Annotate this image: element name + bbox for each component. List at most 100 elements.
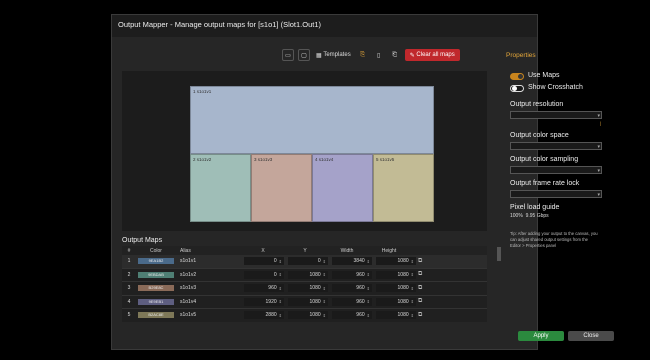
table-row[interactable]: 1 9EA1B2 s1o1v1 0 ⇕ 0 ⇕ 3840 ⇕ 1080 ⇕ ⧉ — [122, 255, 487, 269]
color-swatch[interactable]: 9E9EB1 — [138, 298, 174, 305]
map-canvas[interactable]: 1 s1o1v1 2 s1o1v2 3 s1o1v3 4 s1o1v4 5 s1… — [122, 71, 487, 231]
spinner-icon[interactable]: ⇕ — [323, 272, 326, 277]
table-row[interactable]: 3 B29E8C s1o1v3 960 ⇕ 1080 ⇕ 960 ⇕ 1080 ⇕ ⧉ — [122, 282, 487, 296]
map-region-1[interactable]: 1 s1o1v1 — [190, 86, 434, 154]
link-icon[interactable]: ⧉ — [418, 285, 428, 292]
height-input[interactable]: 1080 ⇕ — [376, 284, 416, 293]
spinner-icon[interactable]: ⇕ — [411, 313, 414, 318]
alias-cell[interactable]: s1o1v5 — [176, 312, 240, 318]
color-space-label: Output color space — [510, 132, 569, 139]
color-swatch[interactable]: B2AC8E — [138, 312, 174, 319]
chevron-down-icon: ▾ — [597, 113, 600, 119]
resolution-select[interactable]: ▾ — [510, 111, 602, 119]
y-input[interactable]: 0 ⇕ — [288, 257, 328, 266]
spinner-icon[interactable]: ⇕ — [411, 259, 414, 264]
width-input[interactable]: 960 ⇕ — [332, 297, 372, 306]
settings-hint: Tip: After adding your output to the can… — [510, 231, 598, 248]
grid-icon: ▦ — [316, 52, 322, 59]
output-area: 1 s1o1v1 2 s1o1v2 3 s1o1v3 4 s1o1v4 5 s1… — [190, 86, 434, 222]
link-icon[interactable]: ⧉ — [418, 271, 428, 278]
x-input[interactable]: 0 ⇕ — [244, 270, 284, 279]
chevron-down-icon: ▾ — [597, 168, 600, 174]
copy-icon[interactable]: ▯ — [373, 49, 385, 61]
table-header: # Color Alias X Y Width Height — [122, 246, 487, 255]
properties-tab[interactable]: Properties — [506, 52, 536, 59]
y-input[interactable]: 1080 ⇕ — [288, 311, 328, 320]
chevron-down-icon: ▾ — [597, 192, 600, 198]
link-icon[interactable]: ⧉ — [418, 258, 428, 265]
color-swatch[interactable]: B29E8C — [138, 285, 174, 292]
spinner-icon[interactable]: ⇕ — [323, 286, 326, 291]
alias-cell[interactable]: s1o1v3 — [176, 285, 240, 291]
output-maps-table: # Color Alias X Y Width Height 1 9EA1B2 s1… — [122, 246, 487, 322]
map-region-2[interactable]: 2 s1o1v2 — [190, 154, 251, 222]
apply-button[interactable]: Apply — [518, 331, 564, 341]
fit-icon[interactable]: ⎘ — [357, 49, 369, 61]
window-view-icon[interactable]: ▭ — [282, 49, 294, 61]
link-icon[interactable]: ⧉ — [418, 298, 428, 305]
alias-cell[interactable]: s1o1v4 — [176, 299, 240, 305]
spinner-icon[interactable]: ⇕ — [279, 299, 282, 304]
height-input[interactable]: 1080 ⇕ — [376, 311, 416, 320]
spinner-icon[interactable]: ⇕ — [367, 286, 370, 291]
pixel-load-label: Pixel load guide — [510, 204, 560, 211]
spinner-icon[interactable]: ⇕ — [323, 259, 326, 264]
frame-rate-select[interactable]: ▾ — [510, 190, 602, 198]
crosshatch-toggle-row: Show Crosshatch — [510, 83, 650, 95]
color-swatch[interactable]: 9EBDAB — [138, 271, 174, 278]
close-button[interactable]: Close — [568, 331, 614, 341]
alias-cell[interactable]: s1o1v2 — [176, 272, 240, 278]
clear-all-maps-button[interactable]: ✎ Clear all maps — [404, 49, 460, 61]
chevron-down-icon: ▾ — [597, 144, 600, 150]
use-maps-toggle-row: Use Maps — [510, 71, 650, 83]
spinner-icon[interactable]: ⇕ — [279, 272, 282, 277]
spinner-icon[interactable]: ⇕ — [367, 272, 370, 277]
templates-button[interactable]: ▦ Templates — [314, 49, 353, 61]
height-input[interactable]: 1080 ⇕ — [376, 257, 416, 266]
crosshatch-toggle[interactable] — [510, 85, 524, 92]
use-maps-toggle[interactable] — [510, 73, 524, 80]
width-input[interactable]: 3840 ⇕ — [332, 257, 372, 266]
spinner-icon[interactable]: ⇕ — [367, 299, 370, 304]
output-mapper-window: Output Mapper - Manage output maps for [… — [111, 14, 602, 350]
map-region-4[interactable]: 4 s1o1v4 — [312, 154, 373, 222]
layout-icon[interactable]: ▢ — [298, 49, 310, 61]
x-input[interactable]: 2880 ⇕ — [244, 311, 284, 320]
spinner-icon[interactable]: ⇕ — [367, 259, 370, 264]
table-row[interactable]: 4 9E9EB1 s1o1v4 1920 ⇕ 1080 ⇕ 960 ⇕ 1080 ⇕ ⧉ — [122, 295, 487, 309]
properties-panel: Use Maps Show Crosshatch Output resoluti… — [510, 71, 650, 249]
link-icon[interactable]: ⧉ — [418, 312, 428, 319]
spinner-icon[interactable]: ⇕ — [279, 259, 282, 264]
spinner-icon[interactable]: ⇕ — [279, 286, 282, 291]
output-maps-heading: Output Maps — [122, 237, 163, 244]
alias-cell[interactable]: s1o1v1 — [176, 258, 240, 264]
width-input[interactable]: 960 ⇕ — [332, 311, 372, 320]
sampling-select[interactable]: ▾ — [510, 166, 602, 174]
title-bar: Output Mapper - Manage output maps for [… — [112, 15, 537, 37]
spinner-icon[interactable]: ⇕ — [367, 313, 370, 318]
table-scrollbar[interactable] — [497, 247, 501, 261]
x-input[interactable]: 0 ⇕ — [244, 257, 284, 266]
width-input[interactable]: 960 ⇕ — [332, 284, 372, 293]
spinner-icon[interactable]: ⇕ — [411, 299, 414, 304]
paste-icon[interactable]: ⎗ — [389, 49, 401, 61]
y-input[interactable]: 1080 ⇕ — [288, 284, 328, 293]
color-space-select[interactable]: ▾ — [510, 142, 602, 150]
x-input[interactable]: 960 ⇕ — [244, 284, 284, 293]
table-row[interactable]: 5 B2AC8E s1o1v5 2880 ⇕ 1080 ⇕ 960 ⇕ 1080 ⇕ ⧉ — [122, 309, 487, 322]
table-row[interactable]: 2 9EBDAB s1o1v2 0 ⇕ 1080 ⇕ 960 ⇕ 1080 ⇕ ⧉ — [122, 268, 487, 282]
height-input[interactable]: 1080 ⇕ — [376, 270, 416, 279]
height-input[interactable]: 1080 ⇕ — [376, 297, 416, 306]
x-input[interactable]: 1920 ⇕ — [244, 297, 284, 306]
map-region-3[interactable]: 3 s1o1v3 — [251, 154, 312, 222]
color-swatch[interactable]: 9EA1B2 — [138, 258, 174, 265]
width-input[interactable]: 960 ⇕ — [332, 270, 372, 279]
spinner-icon[interactable]: ⇕ — [411, 272, 414, 277]
y-input[interactable]: 1080 ⇕ — [288, 297, 328, 306]
spinner-icon[interactable]: ⇕ — [323, 299, 326, 304]
spinner-icon[interactable]: ⇕ — [411, 286, 414, 291]
y-input[interactable]: 1080 ⇕ — [288, 270, 328, 279]
spinner-icon[interactable]: ⇕ — [323, 313, 326, 318]
spinner-icon[interactable]: ⇕ — [279, 313, 282, 318]
map-region-5[interactable]: 5 s1o1v5 — [373, 154, 434, 222]
